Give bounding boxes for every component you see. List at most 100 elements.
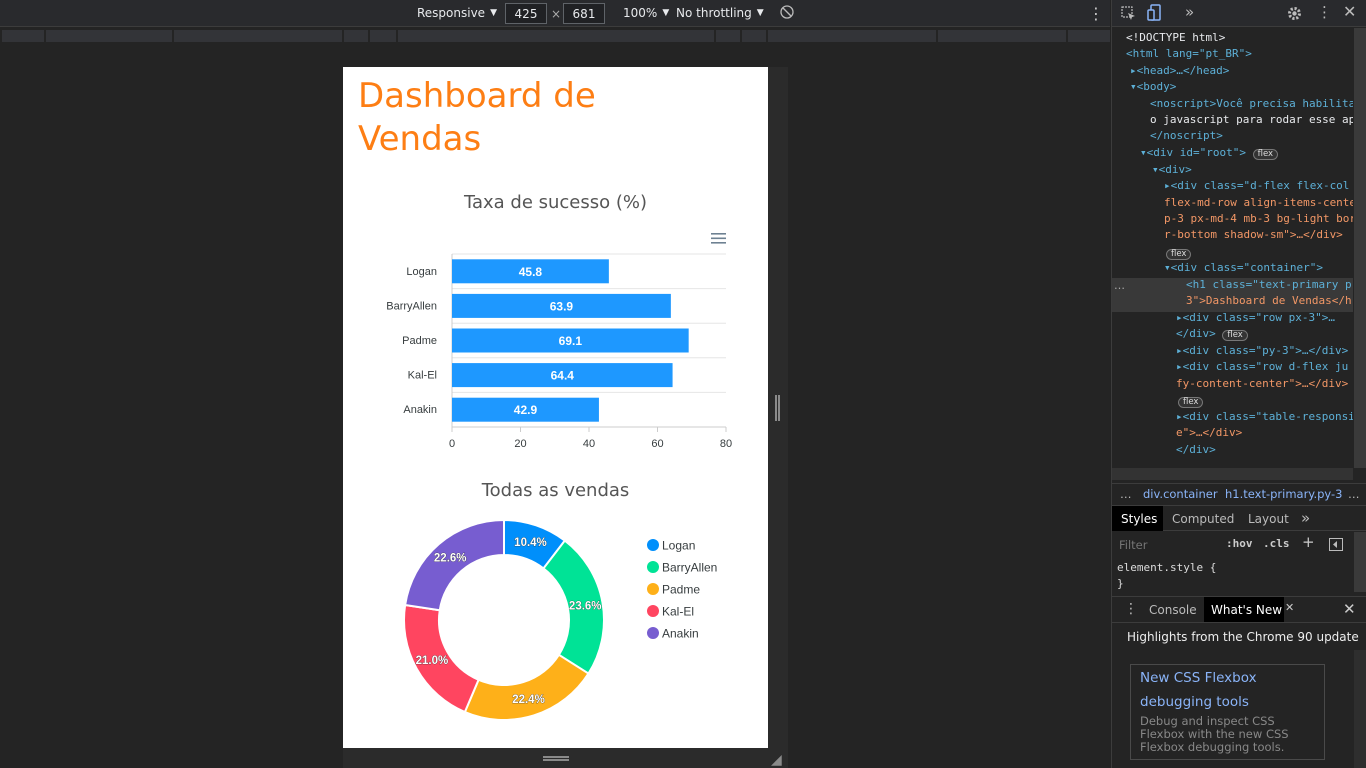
breadcrumb-ellipsis[interactable]: …	[1120, 487, 1132, 501]
tree-line[interactable]: ▸<div class="d-flex flex-col	[1164, 179, 1349, 192]
tree-line[interactable]: </noscript>	[1150, 129, 1223, 142]
tree-line[interactable]: ▸<div class="row px-3">…	[1176, 311, 1335, 324]
slice-data-label: 21.0%	[416, 655, 449, 667]
elements-scrollbar[interactable]	[1354, 28, 1366, 468]
tree-line[interactable]: ▾<div>	[1152, 163, 1192, 176]
tree-line[interactable]: ▾<body>	[1130, 80, 1176, 93]
y-tick-label: Anakin	[403, 404, 437, 416]
tree-line[interactable]: r-bottom shadow-sm">…</div>	[1164, 228, 1343, 241]
elements-h-scrollbar[interactable]	[1112, 468, 1353, 480]
kebab-menu-icon: ⋮	[1088, 4, 1104, 23]
device-toolbar-icon[interactable]	[1147, 4, 1162, 22]
bar-chart: 0 20 40 60 80 45.8 Logan 63.9 BarryAllen 69.1 Padm…	[386, 253, 732, 450]
drawer-menu-icon[interactable]: ⋮	[1124, 601, 1138, 617]
more-tabs-icon[interactable]: »	[1185, 3, 1194, 21]
whats-new-card[interactable]: New CSS Flexbox debugging tools Debug an…	[1130, 664, 1325, 760]
drawer-scrollbar[interactable]	[1354, 650, 1366, 768]
breadcrumb-item[interactable]: h1.text-primary.py-3	[1225, 487, 1343, 501]
tree-line[interactable]: ▸<div class="table-responsi	[1176, 410, 1353, 423]
more-tabs-icon[interactable]: »	[1301, 509, 1310, 527]
flex-badge[interactable]: flex	[1166, 249, 1192, 260]
tree-line[interactable]: ▸<head>…</head>	[1130, 64, 1229, 77]
caret-down-icon: ▼	[662, 8, 670, 18]
tree-line[interactable]: 3">Dashboard de Vendas</h	[1186, 294, 1352, 307]
flex-badge[interactable]: flex	[1222, 330, 1248, 341]
tree-line[interactable]: p-3 px-md-4 mb-3 bg-light bor	[1164, 212, 1353, 225]
zoom-select[interactable]: 100% ▼	[623, 6, 669, 20]
resize-handle-right[interactable]	[775, 395, 780, 421]
media-query-bar[interactable]	[0, 28, 1110, 44]
tree-line[interactable]: <noscript>Você precisa habilita	[1150, 97, 1353, 110]
filter-input[interactable]	[1115, 535, 1215, 554]
device-toolbar: Responsive ▼ 425 × 681 100% ▼ No throttlin…	[0, 0, 1110, 27]
bar-data-label: 45.8	[519, 265, 543, 279]
y-tick-label: Logan	[406, 266, 437, 278]
tree-line[interactable]: ▾<div id="root">	[1140, 146, 1246, 159]
card-title-line2[interactable]: debugging tools	[1140, 694, 1249, 710]
sidebar-toggle-icon[interactable]	[1329, 538, 1343, 551]
height-input[interactable]: 681	[563, 3, 605, 24]
tree-line[interactable]: <!DOCTYPE html>	[1126, 31, 1225, 44]
tab-whats-new[interactable]: What's New ✕	[1204, 597, 1294, 622]
flex-badge[interactable]: flex	[1178, 397, 1204, 408]
donut-slice	[463, 653, 590, 721]
whats-new-heading: Highlights from the Chrome 90 update	[1127, 630, 1359, 644]
width-input[interactable]: 425	[505, 3, 547, 24]
tree-line[interactable]: ▸<div class="row d-flex ju	[1176, 360, 1348, 373]
donut-slice	[403, 518, 505, 612]
styles-filter-bar: :hov .cls +	[1112, 532, 1366, 558]
tree-line[interactable]: fy-content-center">…</div>	[1176, 377, 1348, 390]
x-tick-label: 0	[449, 438, 455, 450]
tree-line[interactable]: flex-md-row align-items-cente	[1164, 196, 1353, 209]
bar-data-label: 63.9	[550, 299, 574, 313]
resize-handle-bottom[interactable]	[543, 756, 569, 761]
breadcrumb: … div.container h1.text-primary.py-3 …	[1112, 483, 1366, 505]
cls-toggle[interactable]: .cls	[1263, 537, 1290, 550]
caret-down-icon: ▼	[490, 8, 497, 18]
tree-line[interactable]: <h1 class="text-primary p	[1186, 278, 1352, 291]
close-drawer-icon[interactable]: ✕	[1343, 600, 1356, 618]
tab-styles[interactable]: Styles	[1121, 512, 1157, 526]
throttling-label: No throttling	[676, 6, 752, 20]
legend-marker	[647, 539, 659, 551]
device-select[interactable]: Responsive ▼	[417, 6, 497, 20]
bar-data-label: 64.4	[551, 369, 575, 383]
card-description: Debug and inspect CSS Flexbox with the n…	[1140, 714, 1289, 754]
tree-line[interactable]: </div>	[1176, 443, 1216, 456]
hov-toggle[interactable]: :hov	[1226, 537, 1253, 550]
tree-line[interactable]: o javascript para rodar esse ap	[1150, 113, 1353, 126]
tree-line[interactable]: ▾<div class="container">	[1164, 261, 1323, 274]
tab-layout[interactable]: Layout	[1248, 512, 1289, 526]
inspect-element-icon[interactable]	[1121, 6, 1136, 21]
add-rule-icon[interactable]: +	[1302, 533, 1315, 551]
bar-data-label: 42.9	[514, 403, 538, 417]
tab-computed[interactable]: Computed	[1172, 512, 1234, 526]
breadcrumb-item[interactable]: div.container	[1143, 487, 1218, 501]
tree-line[interactable]: <html lang="pt_BR">	[1126, 47, 1252, 60]
close-icon[interactable]: ✕	[1285, 601, 1294, 614]
resize-handle-corner[interactable]: ◢	[771, 752, 782, 768]
elements-tree[interactable]: <!DOCTYPE html> <html lang="pt_BR"> ▸<he…	[1112, 28, 1353, 468]
rotate-button[interactable]	[780, 5, 794, 19]
tree-line[interactable]: e">…</div>	[1176, 426, 1242, 439]
element-style-rule[interactable]: element.style {	[1117, 561, 1216, 574]
legend-marker	[647, 561, 659, 573]
devtools-panel: » ⋮ ✕ … <!DOCTYPE html> <html lang="pt_B…	[1111, 0, 1366, 768]
rotate-icon	[780, 5, 794, 19]
card-title[interactable]: New CSS Flexbox	[1140, 670, 1257, 686]
more-options-button[interactable]: ⋮	[1088, 4, 1104, 23]
close-icon[interactable]: ✕	[1343, 2, 1356, 21]
tab-console[interactable]: Console	[1149, 603, 1197, 617]
devtools-topbar: » ⋮ ✕	[1112, 0, 1366, 27]
gear-icon[interactable]	[1287, 6, 1302, 21]
y-tick-label: Padme	[402, 335, 437, 347]
throttling-select[interactable]: No throttling ▼	[676, 6, 764, 20]
styles-scrollbar[interactable]	[1354, 532, 1366, 592]
caret-down-icon: ▼	[756, 8, 764, 18]
flex-badge[interactable]: flex	[1252, 149, 1279, 160]
breadcrumb-ellipsis[interactable]: …	[1348, 487, 1360, 501]
kebab-menu-icon[interactable]: ⋮	[1317, 3, 1332, 21]
styles-tabs: Styles Computed Layout »	[1112, 505, 1366, 531]
tree-line[interactable]: ▸<div class="py-3">…</div>	[1176, 344, 1348, 357]
tree-line[interactable]: </div>	[1176, 327, 1216, 340]
